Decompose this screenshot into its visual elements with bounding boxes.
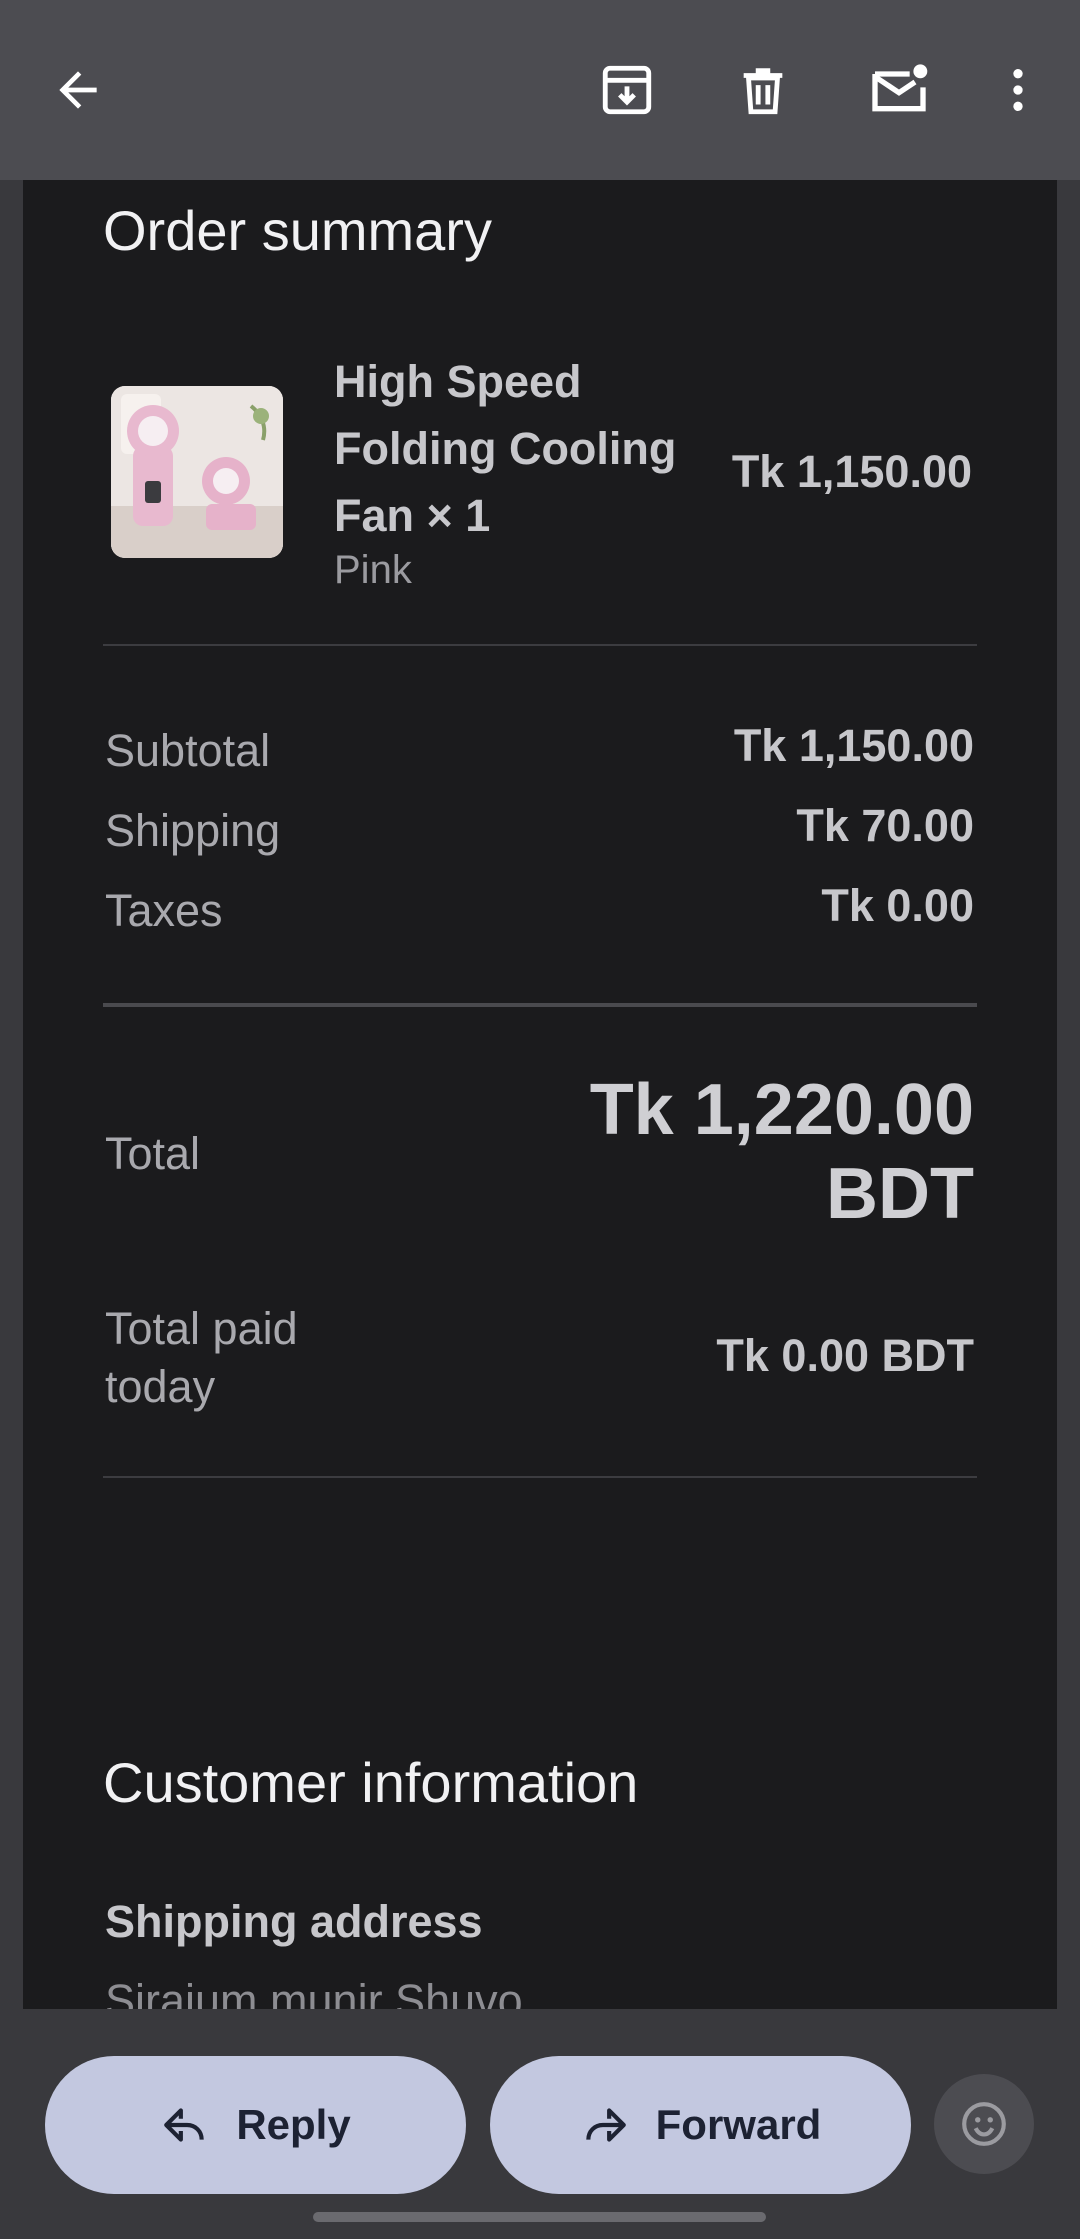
subtotal-label: Subtotal (105, 725, 271, 776)
shipping-address-heading: Shipping address (105, 1896, 483, 1947)
more-vert-icon[interactable] (978, 50, 1058, 130)
delete-icon[interactable] (723, 50, 803, 130)
forward-label: Forward (655, 2101, 822, 2148)
total-label: Total (105, 1128, 201, 1179)
email-body: Order summary High Speed Folding Cooling… (23, 180, 1057, 2009)
subtotal-value: Tk 1,150.00 (733, 720, 974, 771)
forward-icon (585, 2108, 626, 2142)
back-arrow-icon[interactable] (38, 50, 118, 130)
reply-button[interactable]: Reply (45, 2056, 466, 2194)
taxes-label: Taxes (105, 885, 223, 936)
reply-icon (164, 2108, 205, 2142)
emoji-reaction-button[interactable] (934, 2074, 1034, 2174)
product-price: Tk 1,150.00 (731, 446, 972, 497)
shipping-value: Tk 70.00 (796, 800, 974, 851)
customer-information-title: Customer information (103, 1751, 639, 1814)
app-bar (0, 0, 1080, 180)
product-name: High Speed Folding Cooling Fan × 1 (334, 356, 677, 541)
forward-button[interactable]: Forward (490, 2056, 911, 2194)
total-value: Tk 1,220.00 BDT (589, 1070, 974, 1234)
total-paid-value: Tk 0.00 BDT (716, 1330, 974, 1381)
home-indicator[interactable] (313, 2212, 766, 2222)
reply-label: Reply (236, 2101, 351, 2148)
shipping-address-name: Siraium munir Shuvo (105, 1975, 523, 2009)
order-summary-title: Order summary (103, 199, 492, 262)
product-variant: Pink (334, 548, 412, 592)
divider (103, 1476, 977, 1478)
emoji-icon (962, 2102, 1006, 2146)
archive-icon[interactable] (587, 50, 667, 130)
divider (103, 644, 977, 646)
total-paid-label: Total paid today (105, 1303, 298, 1412)
product-image[interactable] (111, 386, 283, 558)
divider (103, 1003, 977, 1007)
mark-unread-icon[interactable] (859, 50, 939, 130)
taxes-value: Tk 0.00 (821, 880, 974, 931)
shipping-label: Shipping (105, 805, 281, 856)
